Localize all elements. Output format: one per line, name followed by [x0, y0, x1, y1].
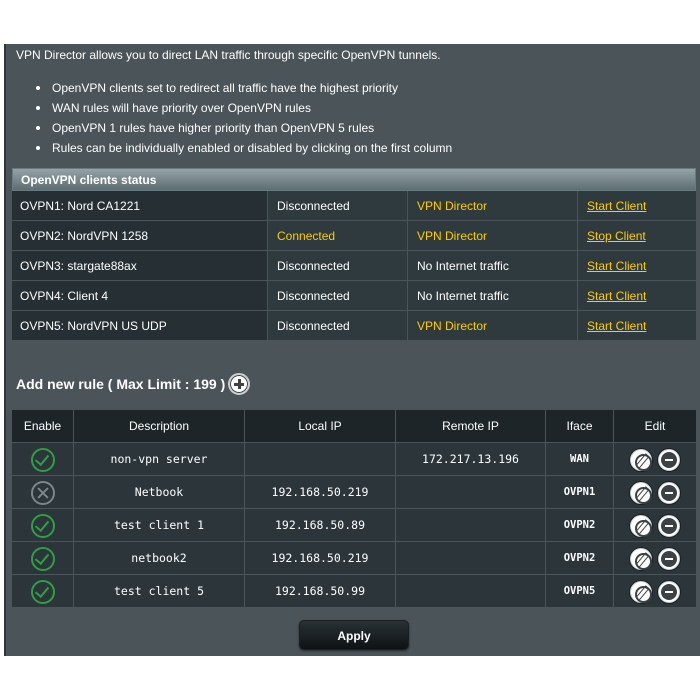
start-client-link[interactable]: Start Client	[587, 199, 646, 213]
client-mode: No Internet traffic	[408, 251, 578, 280]
rule-remote-ip	[396, 542, 546, 574]
status-row: OVPN3: stargate88ax Disconnected No Inte…	[12, 251, 696, 281]
rule-iface: OVPN1	[546, 476, 614, 508]
clients-status-table: OpenVPN clients status OVPN1: Nord CA122…	[12, 168, 696, 341]
header-local-ip: Local IP	[245, 410, 396, 442]
client-name: OVPN4: Client 4	[12, 281, 268, 310]
apply-button[interactable]: Apply	[299, 620, 409, 650]
enabled-check-icon[interactable]	[31, 547, 55, 571]
start-client-link[interactable]: Start Client	[587, 289, 646, 303]
info-bullet: OpenVPN clients set to redirect all traf…	[36, 78, 452, 98]
table-row: Netbook 192.168.50.219 OVPN1	[12, 475, 696, 508]
plus-circle-icon[interactable]	[228, 373, 251, 395]
client-name: OVPN3: stargate88ax	[12, 251, 268, 280]
delete-minus-icon[interactable]	[658, 547, 680, 570]
add-rule-header: Add new rule ( Max Limit : 199 )	[16, 372, 251, 396]
rule-remote-ip	[396, 509, 546, 541]
client-mode: No Internet traffic	[408, 281, 578, 310]
info-bullet: OpenVPN 1 rules have higher priority tha…	[36, 118, 452, 138]
client-state: Disconnected	[268, 281, 408, 310]
client-name: OVPN2: NordVPN 1258	[12, 221, 268, 250]
rule-local-ip: 192.168.50.89	[245, 509, 396, 541]
client-name: OVPN1: Nord CA1221	[12, 191, 268, 220]
client-state: Connected	[268, 221, 408, 250]
delete-minus-icon[interactable]	[658, 580, 680, 603]
table-row: netbook2 192.168.50.219 OVPN2	[12, 541, 696, 574]
rule-remote-ip	[396, 575, 546, 607]
rules-table: Enable Description Local IP Remote IP If…	[12, 410, 696, 607]
rule-description: non-vpn server	[74, 443, 245, 475]
status-row: OVPN4: Client 4 Disconnected No Internet…	[12, 281, 696, 311]
client-state: Disconnected	[268, 311, 408, 340]
table-row: test client 5 192.168.50.99 OVPN5	[12, 574, 696, 607]
header-enable: Enable	[12, 410, 74, 442]
rule-remote-ip	[396, 476, 546, 508]
start-client-link[interactable]: Start Client	[587, 319, 646, 333]
rule-description: test client 5	[74, 575, 245, 607]
rule-description: netbook2	[74, 542, 245, 574]
add-rule-label: Add new rule ( Max Limit : 199 )	[16, 376, 226, 392]
client-state: Disconnected	[268, 251, 408, 280]
client-state: Disconnected	[268, 191, 408, 220]
edit-pencil-icon[interactable]	[630, 481, 652, 504]
status-row: OVPN2: NordVPN 1258 Connected VPN Direct…	[12, 221, 696, 251]
enabled-check-icon[interactable]	[31, 580, 55, 604]
rule-remote-ip: 172.217.13.196	[396, 443, 546, 475]
header-description: Description	[74, 410, 245, 442]
stop-client-link[interactable]: Stop Client	[587, 229, 646, 243]
edit-pencil-icon[interactable]	[630, 448, 652, 471]
delete-minus-icon[interactable]	[658, 481, 680, 504]
disabled-x-icon[interactable]	[31, 481, 55, 505]
rules-info-list: OpenVPN clients set to redirect all traf…	[36, 78, 452, 158]
header-iface: Iface	[546, 410, 614, 442]
edit-pencil-icon[interactable]	[630, 580, 652, 603]
client-name: OVPN5: NordVPN US UDP	[12, 311, 268, 340]
enabled-check-icon[interactable]	[31, 448, 55, 472]
edit-pencil-icon[interactable]	[630, 514, 652, 537]
rule-local-ip: 192.168.50.219	[245, 476, 396, 508]
header-remote-ip: Remote IP	[396, 410, 546, 442]
start-client-link[interactable]: Start Client	[587, 259, 646, 273]
info-bullet: WAN rules will have priority over OpenVP…	[36, 98, 452, 118]
delete-minus-icon[interactable]	[658, 448, 680, 471]
table-row: non-vpn server 172.217.13.196 WAN	[12, 442, 696, 475]
delete-minus-icon[interactable]	[658, 514, 680, 537]
rule-local-ip: 192.168.50.219	[245, 542, 396, 574]
rule-iface: OVPN5	[546, 575, 614, 607]
header-edit: Edit	[644, 419, 666, 433]
rule-iface: WAN	[546, 443, 614, 475]
client-mode: VPN Director	[408, 311, 578, 340]
status-table-title: OpenVPN clients status	[12, 168, 696, 191]
status-row: OVPN1: Nord CA1221 Disconnected VPN Dire…	[12, 191, 696, 221]
rule-local-ip: 192.168.50.99	[245, 575, 396, 607]
edit-pencil-icon[interactable]	[630, 547, 652, 570]
info-bullet: Rules can be individually enabled or dis…	[36, 138, 452, 158]
rule-iface: OVPN2	[546, 509, 614, 541]
rule-local-ip	[245, 443, 396, 475]
vpn-director-panel: VPN Director allows you to direct LAN tr…	[4, 44, 700, 656]
rule-description: Netbook	[74, 476, 245, 508]
table-row: test client 1 192.168.50.89 OVPN2	[12, 508, 696, 541]
rule-description: test client 1	[74, 509, 245, 541]
client-mode: VPN Director	[408, 221, 578, 250]
intro-text: VPN Director allows you to direct LAN tr…	[16, 48, 441, 62]
rule-iface: OVPN2	[546, 542, 614, 574]
client-mode: VPN Director	[408, 191, 578, 220]
rules-table-header: Enable Description Local IP Remote IP If…	[12, 410, 696, 442]
enabled-check-icon[interactable]	[31, 514, 55, 538]
status-row: OVPN5: NordVPN US UDP Disconnected VPN D…	[12, 311, 696, 341]
